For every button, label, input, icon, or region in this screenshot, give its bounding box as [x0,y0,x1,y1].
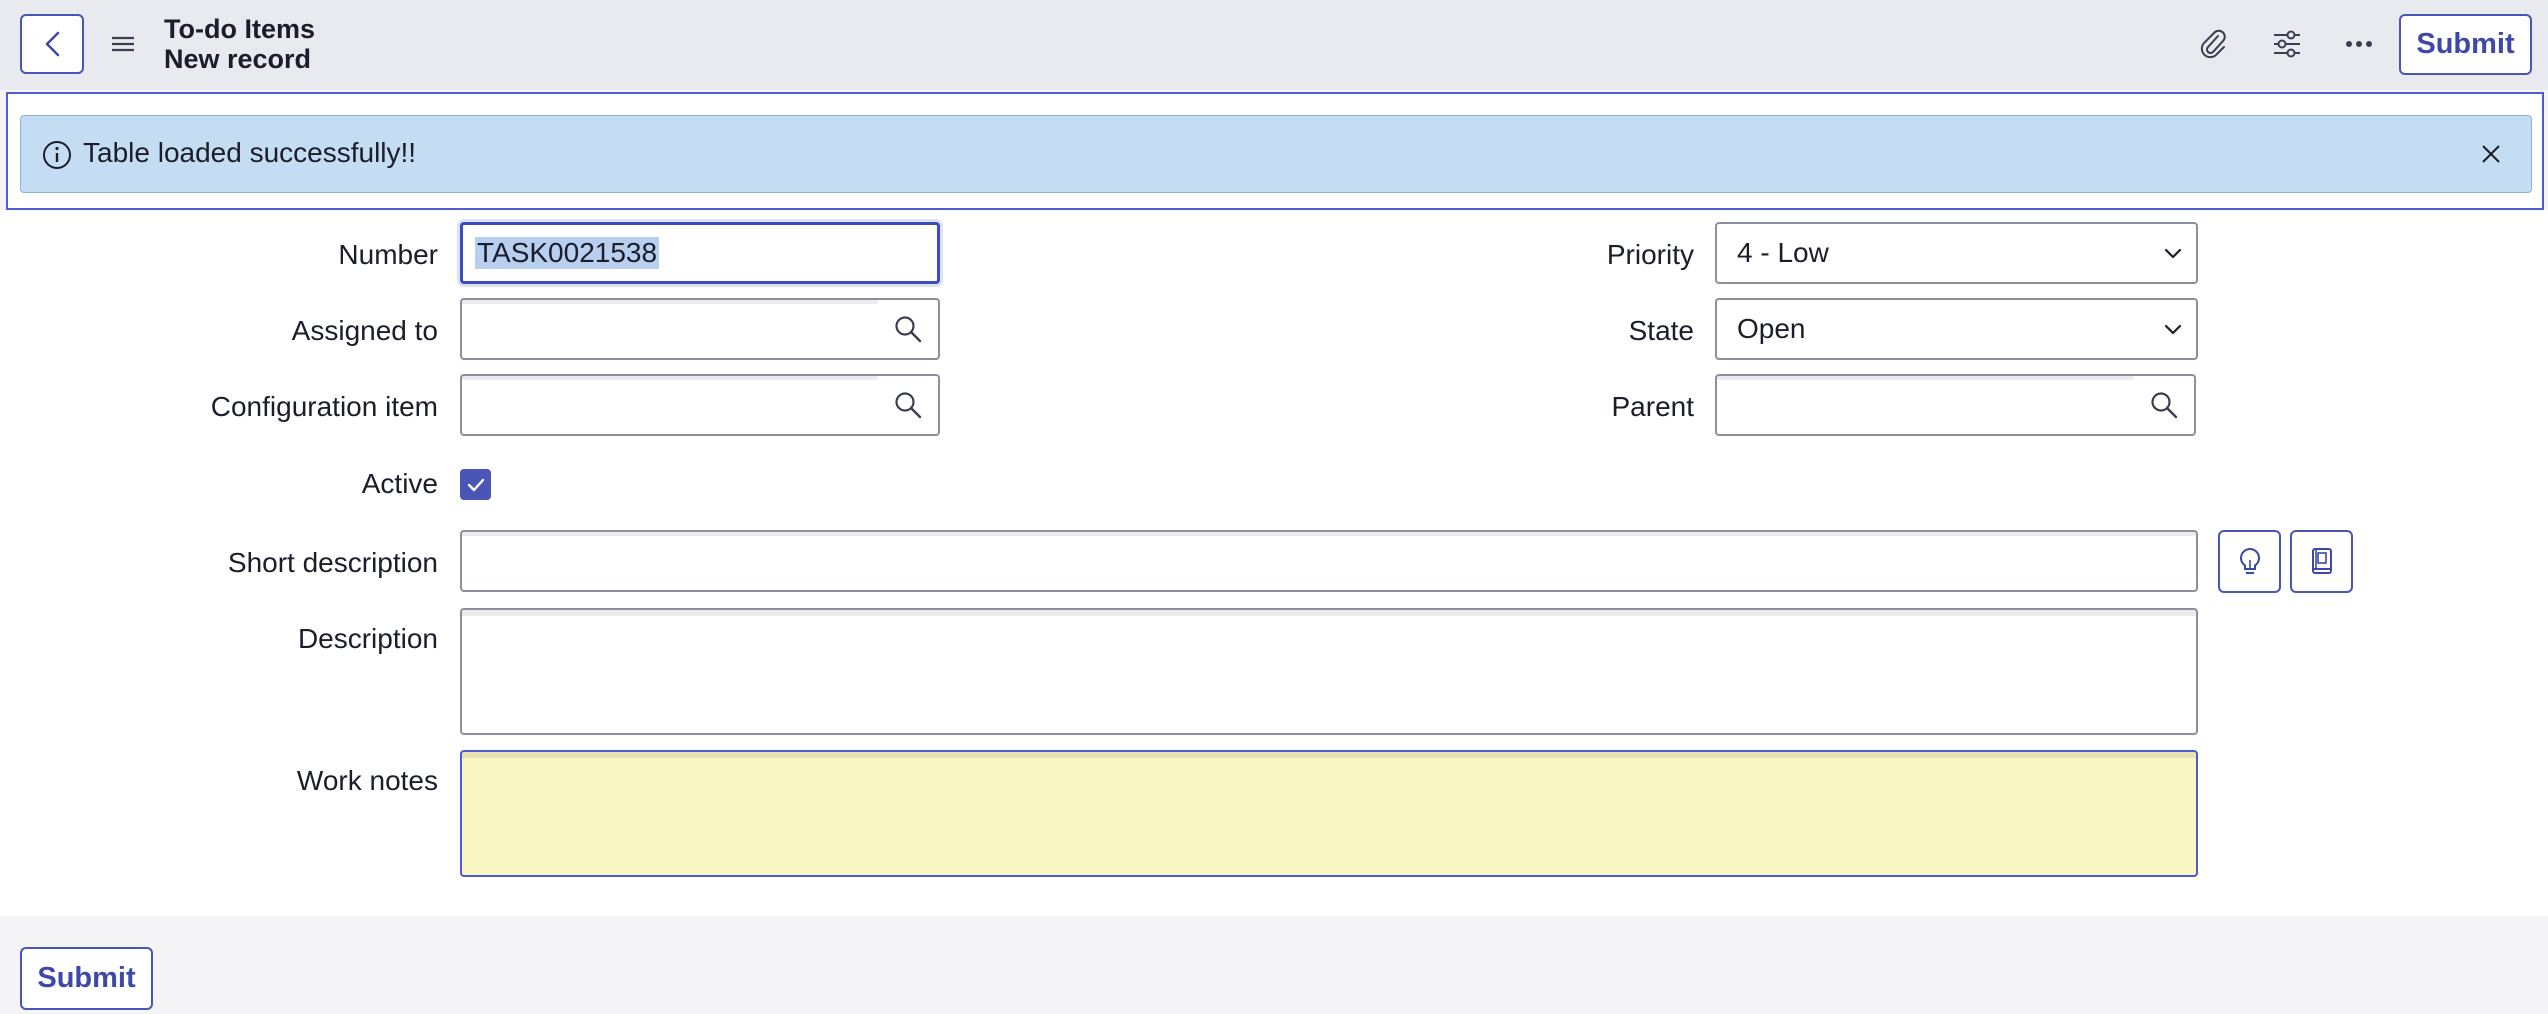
number-field[interactable]: TASK0021538 [460,222,940,284]
active-label: Active [361,468,438,499]
configuration-item-label: Configuration item [210,391,438,422]
work-notes-field[interactable] [460,750,2198,877]
personalize-form-button[interactable] [2265,22,2309,66]
search-icon [2151,392,2178,419]
configuration-item-lookup-button[interactable] [878,374,940,436]
search-icon [895,392,922,419]
attachment-button[interactable] [2191,22,2235,66]
assigned-to-label: Assigned to [291,315,438,346]
number-label: Number [338,239,438,270]
alert-message: Table loaded successfully!! [83,137,417,168]
configuration-item-field[interactable] [460,374,880,436]
submit-button-bottom[interactable]: Submit [20,947,153,1010]
work-notes-label: Work notes [296,765,438,796]
active-checkbox[interactable] [460,469,491,500]
back-icon [45,31,60,57]
description-field[interactable] [460,608,2198,735]
parent-label: Parent [1611,391,1695,422]
checkmark-icon [467,478,484,491]
short-description-label: Short description [227,547,438,578]
suggestion-button[interactable] [2218,530,2281,593]
parent-lookup-button[interactable] [2134,374,2196,436]
more-icon [2346,41,2372,47]
knowledge-search-button[interactable] [2290,530,2353,593]
state-value: Open [1737,313,1806,344]
number-value: TASK0021538 [475,237,660,269]
lightbulb-icon [2239,547,2260,574]
priority-select[interactable]: 4 - Low [1715,222,2198,284]
paperclip-icon [2200,29,2226,59]
book-icon [2311,547,2332,574]
close-icon [2482,145,2500,163]
parent-field[interactable] [1715,374,2136,436]
table-title: To-do Items [164,14,315,44]
description-label: Description [297,623,438,654]
menu-icon [112,36,134,52]
chevron-down-icon [2164,248,2182,259]
chevron-down-icon [2164,324,2182,335]
search-icon [895,316,922,343]
short-description-field[interactable] [460,530,2198,592]
sliders-icon [2274,30,2300,58]
menu-button[interactable] [108,26,138,62]
page-title: To-do Items New record [164,14,315,74]
priority-value: 4 - Low [1737,237,1829,268]
record-subtitle: New record [164,44,312,74]
form-header: To-do Items New record Submit [0,0,2548,90]
back-button[interactable] [20,14,84,74]
submit-button-top[interactable]: Submit [2399,14,2532,75]
info-icon [43,141,71,169]
alert-close-button[interactable] [2473,136,2509,172]
more-options-button[interactable] [2337,22,2381,66]
priority-label: Priority [1606,239,1694,270]
assigned-to-lookup-button[interactable] [878,298,940,360]
state-select[interactable]: Open [1715,298,2198,360]
state-label: State [1628,315,1694,346]
info-alert: Table loaded successfully!! [20,115,2532,193]
assigned-to-field[interactable] [460,298,880,360]
